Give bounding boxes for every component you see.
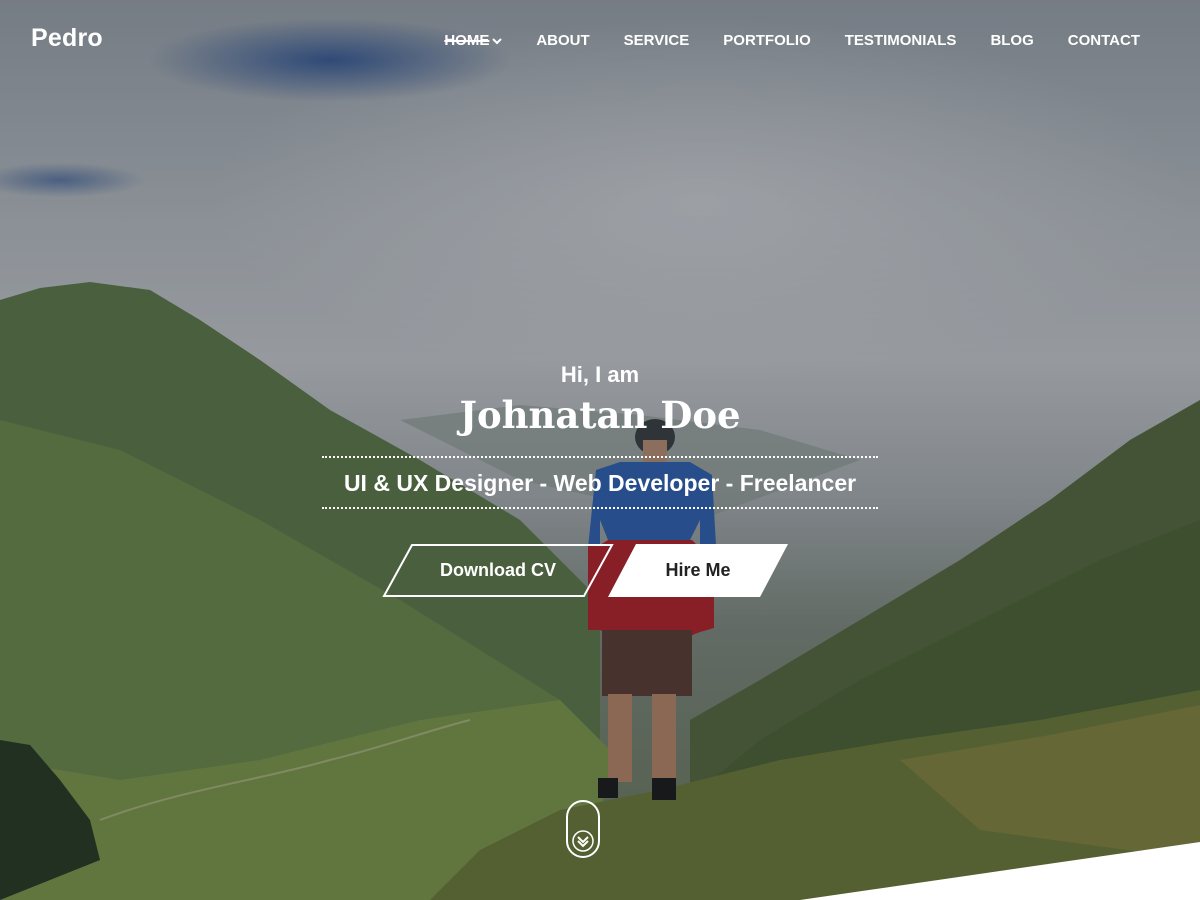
brand-logo[interactable]: Pedro — [31, 24, 103, 53]
section-divider-wedge — [800, 842, 1200, 900]
nav-item-label: CONTACT — [1067, 32, 1140, 49]
nav-item-contact[interactable]: CONTACT — [1068, 32, 1140, 49]
nav-item-label: BLOG — [990, 32, 1034, 49]
hero-name: Johnatan Doe — [459, 393, 741, 437]
nav-item-blog[interactable]: BLOG — [990, 32, 1033, 49]
download-cv-label: Download CV — [440, 559, 556, 580]
hero-roles: UI & UX Designer - Web Developer - Freel… — [322, 456, 878, 509]
hero-content: Hi, I am Johnatan Doe UI & UX Designer -… — [0, 360, 1200, 509]
navbar: Pedro HOME ABOUT SERVICE PORTFOLIO TESTI… — [0, 0, 1200, 82]
nav-menu: HOME ABOUT SERVICE PORTFOLIO TESTIMONIAL… — [444, 32, 1140, 49]
chevron-down-icon — [492, 37, 503, 44]
hero-buttons: Download CV Hire Me — [382, 544, 792, 598]
nav-item-portfolio[interactable]: PORTFOLIO — [723, 32, 811, 49]
nav-item-label: HOME — [444, 32, 490, 49]
hero-greeting: Hi, I am — [560, 362, 640, 387]
nav-item-label: TESTIMONIALS — [844, 32, 957, 49]
nav-item-about[interactable]: ABOUT — [536, 32, 589, 49]
nav-item-label: ABOUT — [536, 32, 590, 49]
nav-item-service[interactable]: SERVICE — [624, 32, 690, 49]
nav-item-home[interactable]: HOME — [444, 32, 503, 49]
hire-me-label: Hire Me — [665, 559, 731, 580]
nav-item-label: PORTFOLIO — [723, 32, 811, 49]
hire-me-button[interactable]: Hire Me — [608, 544, 788, 597]
nav-item-testimonials[interactable]: TESTIMONIALS — [845, 32, 957, 49]
nav-item-label: SERVICE — [623, 32, 690, 49]
download-cv-button[interactable]: Download CV — [382, 544, 614, 597]
